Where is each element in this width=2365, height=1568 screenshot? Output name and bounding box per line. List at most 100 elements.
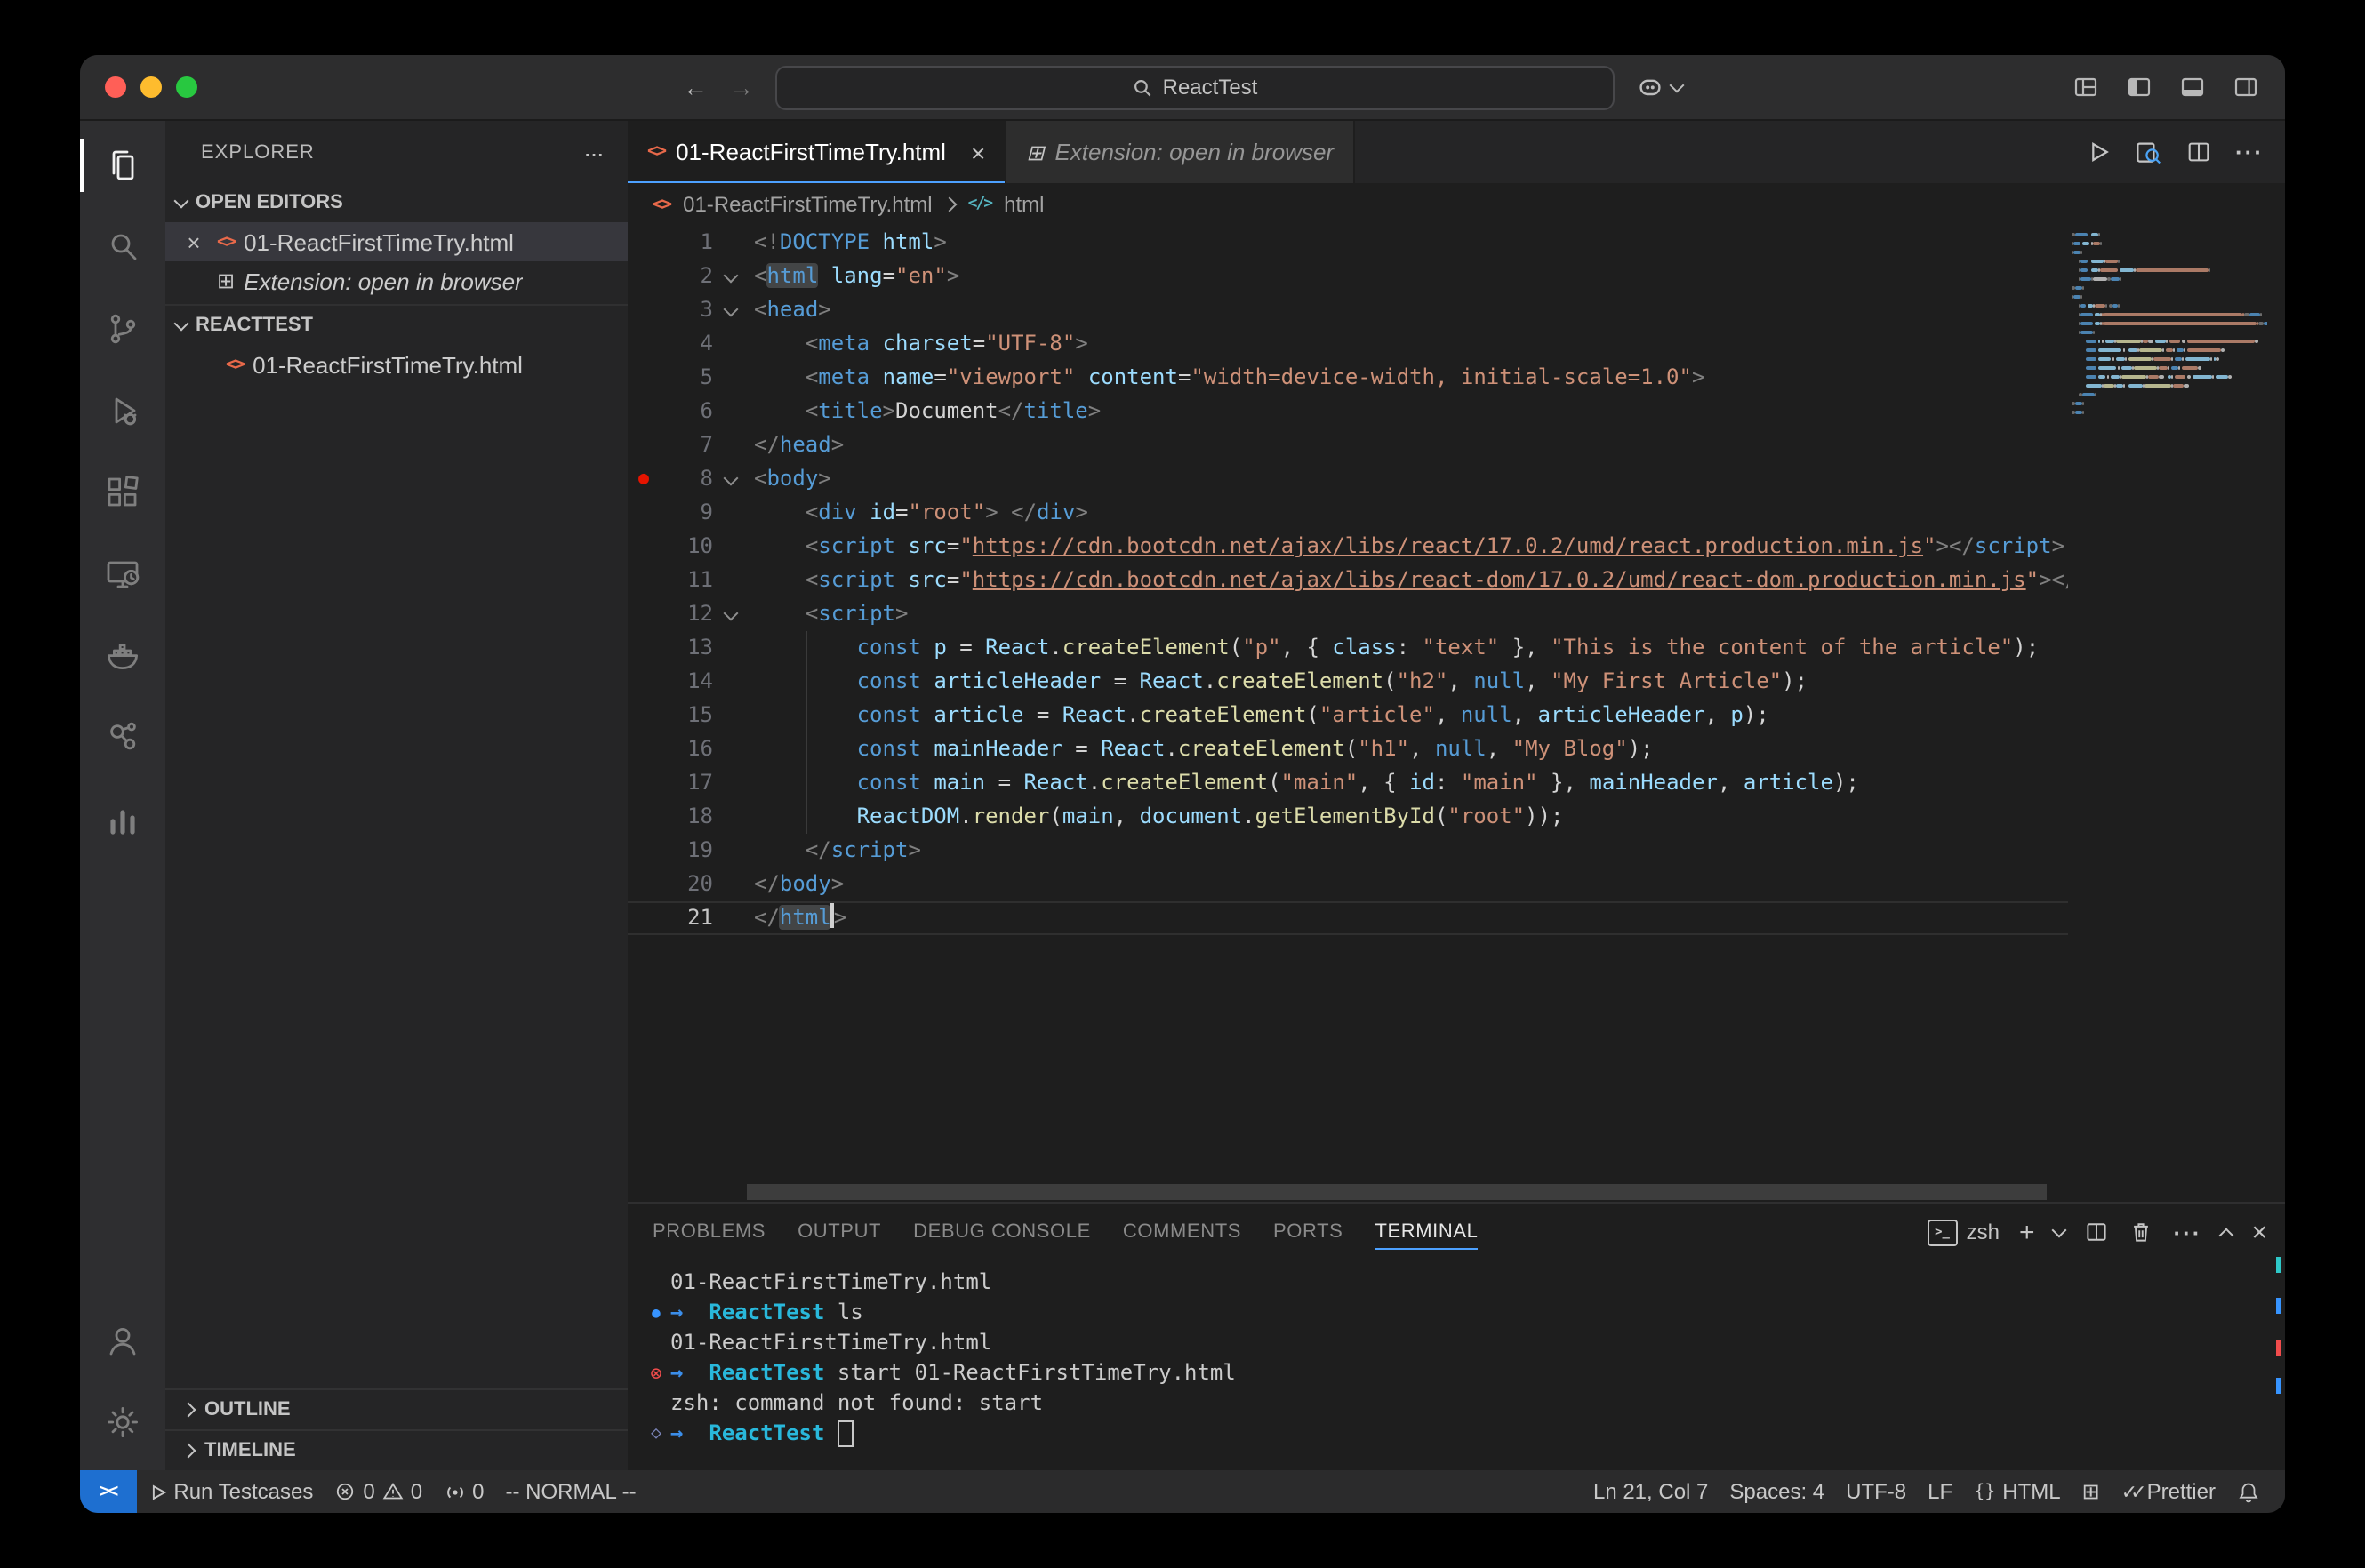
back-button[interactable]: ←	[683, 75, 708, 100]
browser-extension-icon[interactable]: ⊞	[2072, 1470, 2111, 1513]
open-editor-item[interactable]: ⊞Extension: open in browser	[165, 261, 628, 300]
activity-share[interactable]	[80, 697, 165, 779]
problems-indicator[interactable]: 0 0	[324, 1470, 433, 1513]
toggle-secondary-sidebar-icon[interactable]	[2232, 73, 2260, 101]
activity-run-debug[interactable]	[80, 370, 165, 452]
fold-chevron-icon[interactable]	[713, 462, 747, 496]
fold-chevron-icon[interactable]	[713, 293, 747, 327]
gutter-space[interactable]	[628, 732, 660, 766]
code-line-15[interactable]: 15 const article = React.createElement("…	[628, 699, 2068, 732]
horizontal-scrollbar[interactable]	[747, 1184, 2047, 1200]
activity-explorer[interactable]	[80, 124, 165, 206]
gutter-space[interactable]	[628, 327, 660, 361]
new-terminal-icon[interactable]: +	[2019, 1219, 2035, 1245]
breakpoint-icon[interactable]: ●	[628, 462, 660, 496]
fold-chevron-icon[interactable]	[713, 260, 747, 293]
activity-remote-explorer[interactable]	[80, 533, 165, 615]
code-line-17[interactable]: 17 const main = React.createElement("mai…	[628, 766, 2068, 800]
code-line-16[interactable]: 16 const mainHeader = React.createElemen…	[628, 732, 2068, 766]
breadcrumb-symbol[interactable]: html	[1004, 192, 1044, 217]
close-editor-icon[interactable]: ×	[180, 228, 208, 255]
activity-settings[interactable]	[80, 1381, 165, 1463]
activity-source-control[interactable]	[80, 288, 165, 370]
code-line-9[interactable]: 9 <div id="root"> </div>	[628, 496, 2068, 530]
toggle-sidebar-icon[interactable]	[2125, 73, 2153, 101]
language-mode[interactable]: {} HTML	[1963, 1470, 2071, 1513]
code-line-4[interactable]: 4 <meta charset="UTF-8">	[628, 327, 2068, 361]
gutter-space[interactable]	[628, 496, 660, 530]
code-line-12[interactable]: 12 <script>	[628, 597, 2068, 631]
gutter-space[interactable]	[628, 530, 660, 564]
folder-header[interactable]: REACTTEST	[165, 306, 628, 345]
code-line-11[interactable]: 11 <script src="https://cdn.bootcdn.net/…	[628, 564, 2068, 597]
tab-close-icon[interactable]: ×	[971, 138, 985, 166]
cursor-position[interactable]: Ln 21, Col 7	[1583, 1470, 1719, 1513]
gutter-space[interactable]	[628, 699, 660, 732]
gutter-space[interactable]	[628, 361, 660, 395]
code-line-14[interactable]: 14 const articleHeader = React.createEle…	[628, 665, 2068, 699]
activity-docker[interactable]	[80, 615, 165, 697]
gutter-space[interactable]	[628, 800, 660, 834]
close-panel-icon[interactable]: ×	[2251, 1217, 2267, 1247]
panel-tab-output[interactable]: OUTPUT	[798, 1204, 881, 1260]
gutter-space[interactable]	[628, 293, 660, 327]
gutter-space[interactable]	[628, 766, 660, 800]
code-line-5[interactable]: 5 <meta name="viewport" content="width=d…	[628, 361, 2068, 395]
chevron-down-icon[interactable]	[2052, 1223, 2067, 1238]
terminal-profile[interactable]: >_ zsh	[1928, 1219, 2000, 1245]
open-editors-header[interactable]: OPEN EDITORS	[165, 183, 628, 222]
ports-indicator[interactable]: 0	[433, 1470, 494, 1513]
gutter-space[interactable]	[628, 631, 660, 665]
more-actions-icon[interactable]: ···	[2235, 139, 2264, 165]
minimize-window-button[interactable]	[140, 76, 162, 98]
run-file-icon[interactable]	[2084, 139, 2111, 165]
minimap[interactable]	[2068, 226, 2267, 1202]
code-line-20[interactable]: 20</body>	[628, 868, 2068, 901]
gutter-space[interactable]	[628, 395, 660, 428]
panel-tab-debug-console[interactable]: DEBUG CONSOLE	[913, 1204, 1091, 1260]
more-actions-icon[interactable]: ···	[2173, 1219, 2201, 1245]
code-editor[interactable]: 1<!DOCTYPE html>2<html lang="en">3<head>…	[628, 226, 2285, 1202]
gutter-space[interactable]	[628, 901, 660, 935]
activity-search[interactable]	[80, 206, 165, 288]
fold-chevron-icon[interactable]	[713, 597, 747, 631]
activity-account[interactable]	[80, 1300, 165, 1381]
gutter-space[interactable]	[628, 597, 660, 631]
vertical-scrollbar[interactable]	[2267, 226, 2285, 1202]
gutter-space[interactable]	[628, 226, 660, 260]
forward-button[interactable]: →	[729, 75, 754, 100]
outline-section-header[interactable]: OUTLINE	[165, 1388, 628, 1429]
split-terminal-icon[interactable]	[2084, 1220, 2109, 1244]
eol-setting[interactable]: LF	[1917, 1470, 1963, 1513]
command-center-search[interactable]: ReactTest	[775, 65, 1615, 109]
code-line-6[interactable]: 6 <title>Document</title>	[628, 395, 2068, 428]
gutter-space[interactable]	[628, 428, 660, 462]
code-line-2[interactable]: 2<html lang="en">	[628, 260, 2068, 293]
code-line-3[interactable]: 3<head>	[628, 293, 2068, 327]
run-testcases-button[interactable]: Run Testcases	[136, 1470, 324, 1513]
open-editor-item[interactable]: ×<>01-ReactFirstTimeTry.html	[165, 222, 628, 261]
code-line-19[interactable]: 19 </script>	[628, 834, 2068, 868]
code-line-18[interactable]: 18 ReactDOM.render(main, document.getEle…	[628, 800, 2068, 834]
gutter-space[interactable]	[628, 564, 660, 597]
code-line-7[interactable]: 7</head>	[628, 428, 2068, 462]
panel-tab-ports[interactable]: PORTS	[1273, 1204, 1343, 1260]
gutter-space[interactable]	[628, 260, 660, 293]
code-line-8[interactable]: ●8<body>	[628, 462, 2068, 496]
close-window-button[interactable]	[105, 76, 126, 98]
panel-tab-problems[interactable]: PROBLEMS	[653, 1204, 766, 1260]
activity-extensions[interactable]	[80, 452, 165, 533]
notifications-bell-icon[interactable]	[2226, 1470, 2271, 1513]
encoding-setting[interactable]: UTF-8	[1835, 1470, 1917, 1513]
activity-bar-chart[interactable]	[80, 779, 165, 860]
toggle-panel-icon[interactable]	[2178, 73, 2207, 101]
copilot-menu[interactable]	[1636, 73, 1682, 101]
panel-tab-comments[interactable]: COMMENTS	[1123, 1204, 1241, 1260]
code-line-13[interactable]: 13 const p = React.createElement("p", { …	[628, 631, 2068, 665]
open-preview-icon[interactable]	[2134, 138, 2162, 166]
remote-indicator[interactable]: ><	[80, 1470, 136, 1513]
formatter-indicator[interactable]: ✓✓ Prettier	[2111, 1470, 2226, 1513]
customize-layout-icon[interactable]	[2072, 73, 2100, 101]
indentation-setting[interactable]: Spaces: 4	[1719, 1470, 1835, 1513]
panel-tab-terminal[interactable]: TERMINAL	[1375, 1204, 1478, 1260]
